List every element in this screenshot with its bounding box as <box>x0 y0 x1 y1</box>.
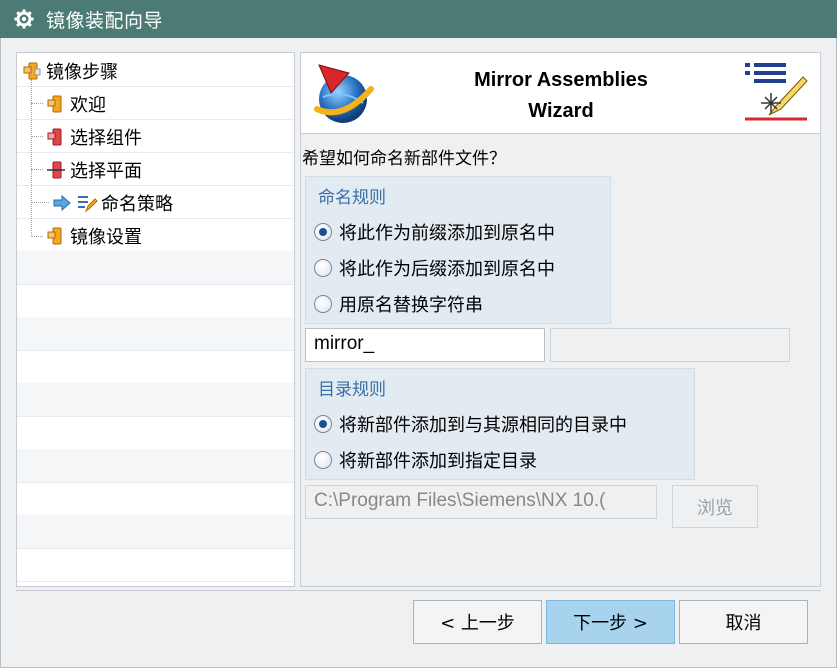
assembly-icon <box>47 95 62 112</box>
gear-icon[interactable] <box>14 9 34 29</box>
cancel-button[interactable]: 取消 <box>679 600 808 644</box>
back-button[interactable]: < 上一步 <box>413 600 542 644</box>
tree-item-label: 选择平面 <box>70 160 142 182</box>
assembly-icon <box>23 62 41 79</box>
tree-item-label: 命名策略 <box>101 193 173 215</box>
radio-label: 将此作为后缀添加到原名中 <box>339 259 555 280</box>
tree-item-welcome[interactable]: 欢迎 <box>45 87 294 120</box>
tree-item-naming-strategy[interactable]: 命名策略 <box>51 186 294 219</box>
radio-button-checked[interactable] <box>314 223 332 241</box>
tree-item-select-components[interactable]: 选择组件 <box>45 120 294 153</box>
radio-button[interactable] <box>314 295 332 313</box>
assembly-plane-icon <box>47 161 65 178</box>
nx-globe-logo <box>314 64 374 123</box>
wizard-title-line1: Mirror Assemblies <box>474 69 648 91</box>
radio-same-directory[interactable]: 将新部件添加到与其源相同的目录中 <box>314 411 627 437</box>
assembly-red-icon <box>47 128 62 145</box>
prefix-input[interactable]: mirror_ <box>305 328 545 362</box>
wizard-banner: Mirror Assemblies Wizard <box>301 53 820 134</box>
assembly-icon <box>47 227 62 244</box>
radio-specified-directory[interactable]: 将新部件添加到指定目录 <box>314 447 537 473</box>
tree-item-label: 镜像步骤 <box>46 61 118 83</box>
radio-button-checked[interactable] <box>314 415 332 433</box>
naming-prompt: 希望如何命名新部件文件？ <box>302 149 506 169</box>
directory-rules-group: 目录规则 将新部件添加到与其源相同的目录中 将新部件添加到指定目录 <box>305 368 695 480</box>
steps-tree: 镜像步骤 欢迎 选择组件 选择平面 命名策略 镜像设置 <box>16 52 295 587</box>
window-title: 镜像装配向导 <box>46 9 164 32</box>
radio-label: 用原名替换字符串 <box>339 295 483 316</box>
tree-item-mirror-steps[interactable]: 镜像步骤 <box>21 54 294 87</box>
wizard-list-pen-icon <box>745 63 808 121</box>
radio-replace[interactable]: 用原名替换字符串 <box>314 291 483 317</box>
radio-button[interactable] <box>314 259 332 277</box>
radio-label: 将此作为前缀添加到原名中 <box>339 223 555 244</box>
replace-string-input[interactable] <box>550 328 790 362</box>
tree-item-label: 选择组件 <box>70 127 142 149</box>
tree-item-label: 欢迎 <box>70 94 106 116</box>
directory-rules-title: 目录规则 <box>318 380 386 400</box>
directory-path-input[interactable]: C:\Program Files\Siemens\NX 10.( <box>305 485 657 519</box>
next-button[interactable]: 下一步 > <box>546 600 675 644</box>
wizard-title: Mirror Assemblies Wizard <box>411 65 711 127</box>
radio-button[interactable] <box>314 451 332 469</box>
browse-button[interactable]: 浏览 <box>672 485 758 528</box>
radio-prefix[interactable]: 将此作为前缀添加到原名中 <box>314 219 555 245</box>
tree-item-label: 镜像设置 <box>70 226 142 248</box>
footer-divider <box>16 590 821 591</box>
tree-item-select-plane[interactable]: 选择平面 <box>45 153 294 186</box>
naming-rules-title: 命名规则 <box>318 188 386 208</box>
title-bar: 镜像装配向导 <box>0 0 837 38</box>
radio-label: 将新部件添加到指定目录 <box>339 451 537 472</box>
radio-label: 将新部件添加到与其源相同的目录中 <box>339 415 627 436</box>
radio-suffix[interactable]: 将此作为后缀添加到原名中 <box>314 255 555 281</box>
current-step-arrow-icon <box>53 194 71 211</box>
wizard-title-line2: Wizard <box>528 100 594 122</box>
tree-item-mirror-settings[interactable]: 镜像设置 <box>45 219 294 252</box>
naming-rules-group: 命名规则 将此作为前缀添加到原名中 将此作为后缀添加到原名中 用原名替换字符串 <box>305 176 611 324</box>
naming-pencil-icon <box>78 195 98 212</box>
